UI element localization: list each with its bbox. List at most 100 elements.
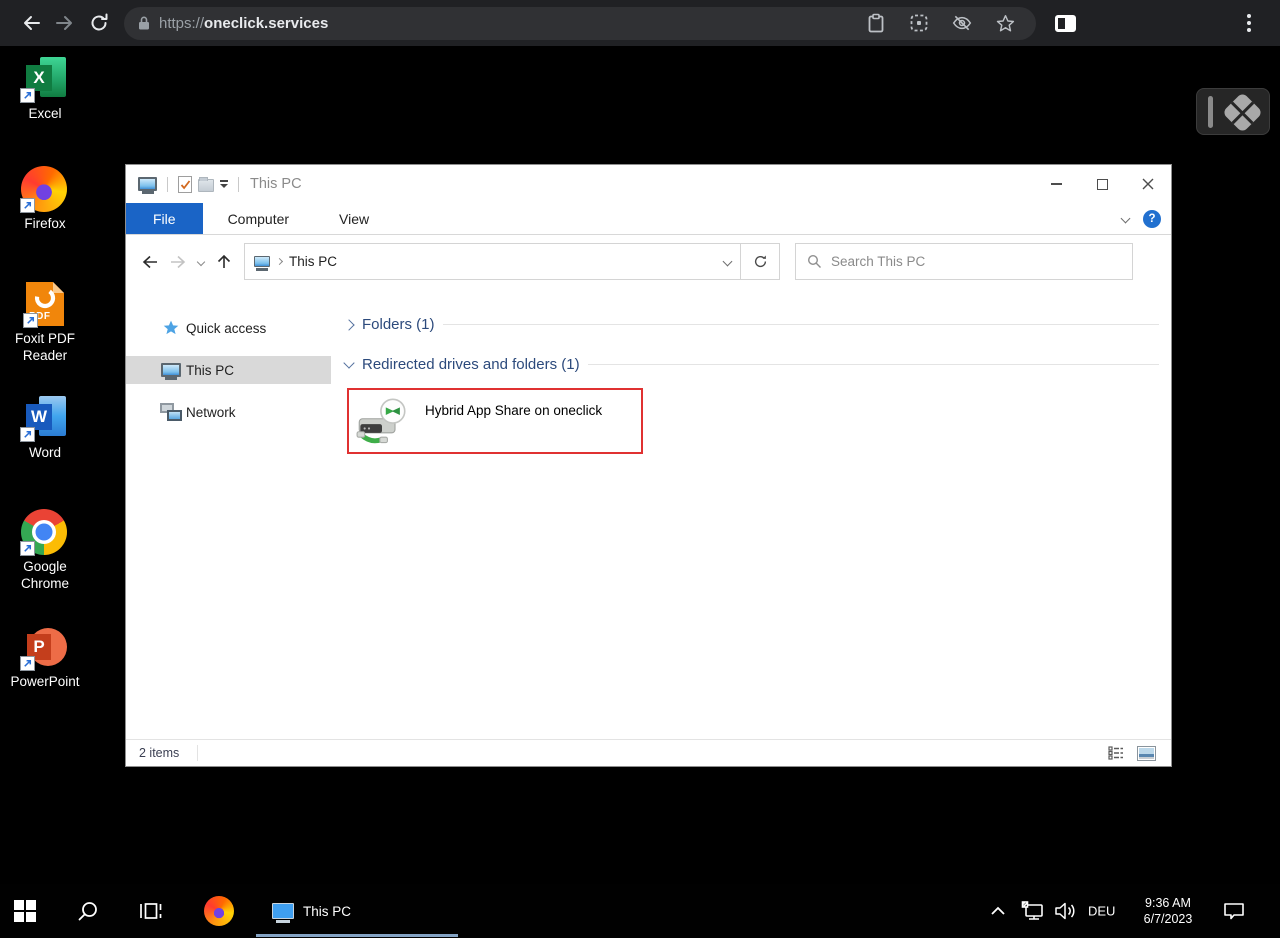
group-header-redirected-drives[interactable]: Redirected drives and folders (1) xyxy=(345,354,1159,375)
address-bar[interactable]: This PC xyxy=(244,243,741,280)
sidebar-item-quick-access[interactable]: Quick access xyxy=(126,314,331,342)
customize-toolbar-caret-icon[interactable] xyxy=(217,170,231,198)
lock-icon xyxy=(138,15,150,31)
chevron-right-icon[interactable] xyxy=(343,319,354,330)
sidebar-item-this-pc[interactable]: This PC xyxy=(126,356,331,384)
group-header-folders[interactable]: Folders (1) xyxy=(345,314,1159,335)
address-omnibox[interactable]: https://oneclick.services xyxy=(124,7,1036,40)
files-pane: Folders (1) Redirected drives and folder… xyxy=(331,288,1171,739)
desktop-icon-label: Foxit PDF Reader xyxy=(4,331,86,365)
large-icons-view-button[interactable] xyxy=(1134,743,1158,763)
divider xyxy=(588,364,1159,365)
browser-back-button[interactable] xyxy=(14,6,48,40)
active-app-indicator xyxy=(256,934,458,937)
sidebar-item-label: Network xyxy=(186,405,236,420)
url-text: https://oneclick.services xyxy=(159,15,328,32)
this-pc-icon xyxy=(272,903,294,919)
desktop-icon-label: Excel xyxy=(28,106,61,123)
oneclick-menu-icon[interactable] xyxy=(1222,92,1263,133)
search-input[interactable] xyxy=(831,254,1121,269)
widget-drag-handle[interactable] xyxy=(1208,96,1213,128)
redirected-drive-icon xyxy=(356,398,408,451)
desktop-icon-chrome[interactable]: Google Chrome xyxy=(4,509,86,593)
tray-date: 6/7/2023 xyxy=(1144,911,1193,927)
desktop-icon-firefox[interactable]: Firefox xyxy=(4,166,86,233)
taskbar-firefox-button[interactable] xyxy=(204,896,234,926)
taskbar-this-pc-button[interactable]: This PC xyxy=(256,884,458,938)
remote-desktop-screen: https://oneclick.services X Exce xyxy=(0,0,1280,938)
this-pc-monitor-icon xyxy=(156,363,186,377)
clipboard-icon[interactable] xyxy=(859,6,893,40)
bookmark-star-icon[interactable] xyxy=(988,6,1022,40)
divider xyxy=(167,177,168,192)
group-label: Folders (1) xyxy=(362,316,435,333)
items-count: 2 items xyxy=(139,746,179,760)
group-label: Redirected drives and folders (1) xyxy=(362,356,580,373)
details-view-button[interactable] xyxy=(1104,743,1128,763)
start-button[interactable] xyxy=(14,900,36,922)
system-menu-this-pc-icon[interactable] xyxy=(135,170,160,198)
refresh-button[interactable] xyxy=(741,243,780,280)
nav-up-button[interactable] xyxy=(210,248,238,276)
desktop-icon-label: Google Chrome xyxy=(4,559,86,593)
ribbon-tabs: File Computer View ? xyxy=(126,203,1171,235)
tray-network-icon[interactable] xyxy=(1020,900,1046,922)
divider xyxy=(197,745,198,761)
maximize-button[interactable] xyxy=(1079,165,1125,203)
shortcut-arrow-icon xyxy=(23,313,38,328)
sidebar-item-network[interactable]: Network xyxy=(126,398,331,426)
desktop-icon-foxit[interactable]: PDF Foxit PDF Reader xyxy=(4,281,86,365)
taskbar-button-label: This PC xyxy=(303,904,351,919)
taskbar: This PC DEU 9:36 AM 6/7/2023 xyxy=(0,884,1280,938)
tray-clock[interactable]: 9:36 AM 6/7/2023 xyxy=(1132,895,1204,927)
window-title: This PC xyxy=(250,176,302,192)
shortcut-arrow-icon xyxy=(20,88,35,103)
session-toolbar-widget[interactable] xyxy=(1196,88,1270,135)
desktop-icon-excel[interactable]: X Excel xyxy=(4,56,86,123)
chevron-down-icon[interactable] xyxy=(343,357,354,368)
browser-forward-button[interactable] xyxy=(48,6,82,40)
tray-language-indicator[interactable]: DEU xyxy=(1088,904,1115,919)
eye-off-icon[interactable] xyxy=(945,6,979,40)
address-dropdown-chevron-icon[interactable] xyxy=(723,257,733,267)
side-panel-icon[interactable] xyxy=(1048,6,1082,40)
desktop-icon-powerpoint[interactable]: P PowerPoint xyxy=(4,624,86,691)
tab-file[interactable]: File xyxy=(126,203,203,234)
tab-view[interactable]: View xyxy=(314,203,394,234)
minimize-button[interactable] xyxy=(1033,165,1079,203)
close-button[interactable] xyxy=(1125,165,1171,203)
nav-forward-button[interactable] xyxy=(164,248,192,276)
tray-time: 9:36 AM xyxy=(1144,895,1193,911)
tray-show-hidden-icons-chevron[interactable] xyxy=(990,906,1006,916)
navigation-bar: This PC xyxy=(126,235,1171,288)
file-item-hybrid-app-share[interactable]: Hybrid App Share on oneclick xyxy=(347,388,643,454)
search-box[interactable] xyxy=(795,243,1133,280)
taskbar-search-button[interactable] xyxy=(76,899,100,923)
desktop-icon-word[interactable]: W Word xyxy=(4,395,86,462)
breadcrumb-chevron-icon[interactable] xyxy=(276,258,283,265)
help-button[interactable]: ? xyxy=(1143,210,1161,228)
desktop-icon-label: Word xyxy=(29,445,61,462)
action-center-icon[interactable] xyxy=(1222,900,1246,922)
properties-check-icon[interactable] xyxy=(175,170,195,198)
explorer-window: This PC File Computer View ? xyxy=(125,164,1172,767)
shortcut-arrow-icon xyxy=(20,427,35,442)
tab-computer[interactable]: Computer xyxy=(203,203,314,234)
tab-group-icon[interactable] xyxy=(902,6,936,40)
sidebar-item-label: Quick access xyxy=(186,321,266,336)
browser-menu-kebab-icon[interactable] xyxy=(1232,6,1266,40)
caption-buttons xyxy=(1033,165,1171,203)
breadcrumb-location[interactable]: This PC xyxy=(289,254,337,269)
explorer-titlebar: This PC xyxy=(126,165,1171,203)
divider xyxy=(238,177,239,192)
tray-volume-icon[interactable] xyxy=(1052,900,1078,922)
browser-reload-button[interactable] xyxy=(82,6,116,40)
task-view-button[interactable] xyxy=(138,900,164,922)
expand-ribbon-chevron-icon[interactable] xyxy=(1121,214,1131,224)
this-pc-icon xyxy=(254,256,270,267)
sidebar-item-label: This PC xyxy=(186,363,234,378)
recent-locations-chevron-icon[interactable] xyxy=(192,248,210,276)
nav-back-button[interactable] xyxy=(136,248,164,276)
new-folder-icon[interactable] xyxy=(195,170,217,198)
status-bar: 2 items xyxy=(126,739,1171,766)
